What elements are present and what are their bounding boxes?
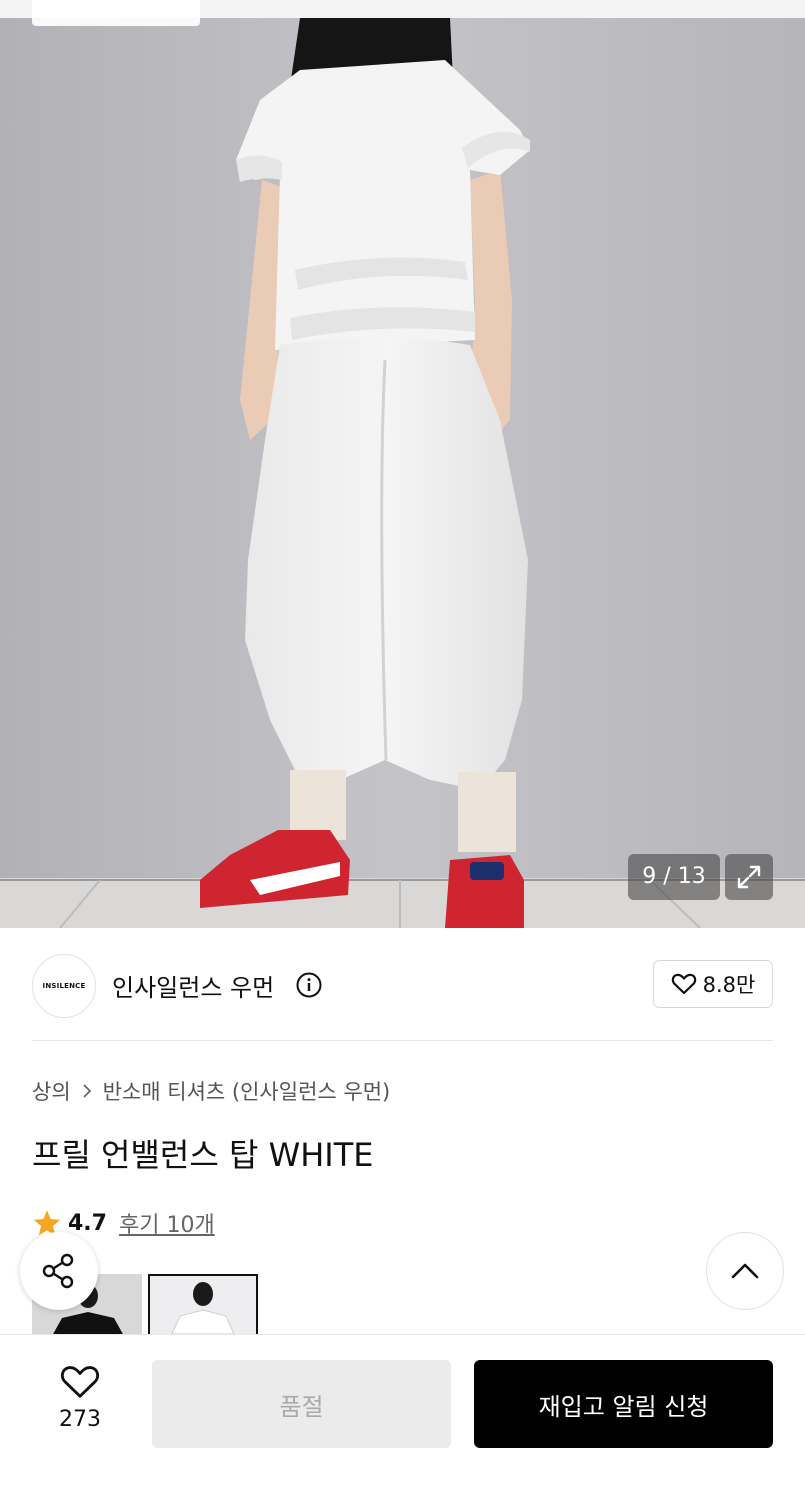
expand-image-button[interactable]: [725, 854, 773, 900]
brand-logo[interactable]: INSILENCE: [32, 954, 96, 1018]
heart-outline-icon: [60, 1366, 100, 1398]
brand-name[interactable]: 인사일런스 우먼: [112, 968, 274, 1003]
image-caption-tag: [32, 0, 200, 26]
breadcrumb-subcategory[interactable]: 반소매 티셔츠 (인사일런스 우먼): [103, 1076, 391, 1106]
share-icon: [42, 1253, 74, 1289]
brand-like-count: 8.8만: [702, 973, 756, 997]
image-counter: 9 / 13: [628, 854, 720, 900]
breadcrumb: 상의 반소매 티셔츠 (인사일런스 우먼): [32, 1076, 390, 1106]
scroll-to-top-button[interactable]: [706, 1232, 784, 1310]
breadcrumb-category[interactable]: 상의: [32, 1076, 71, 1106]
brand-row: INSILENCE 인사일런스 우먼 8.8만: [0, 928, 805, 1040]
bottom-action-bar: 273 품절 재입고 알림 신청: [0, 1334, 805, 1500]
soldout-button[interactable]: 품절: [152, 1360, 451, 1448]
rating-value: 4.7: [68, 1210, 107, 1236]
color-option-white[interactable]: [148, 1274, 258, 1336]
wishlist-count: 273: [59, 1407, 101, 1432]
divider: [32, 1040, 773, 1041]
chevron-right-icon: [83, 1084, 91, 1098]
product-title: 프릴 언밸런스 탑 WHITE: [32, 1136, 374, 1174]
restock-alert-button[interactable]: 재입고 알림 신청: [474, 1360, 773, 1448]
brand-like-button[interactable]: 8.8만: [653, 960, 773, 1008]
color-thumbnail-image: [150, 1276, 256, 1334]
review-count-link[interactable]: 후기 10개: [119, 1207, 215, 1239]
wishlist-button[interactable]: 273: [40, 1363, 120, 1432]
info-icon[interactable]: [296, 972, 322, 998]
heart-outline-icon: [671, 973, 696, 995]
product-image-gallery[interactable]: 9 / 13: [0, 0, 805, 928]
expand-icon: [737, 865, 761, 889]
product-photo: [0, 0, 805, 928]
chevron-up-icon: [731, 1263, 759, 1279]
share-button[interactable]: [20, 1232, 98, 1310]
